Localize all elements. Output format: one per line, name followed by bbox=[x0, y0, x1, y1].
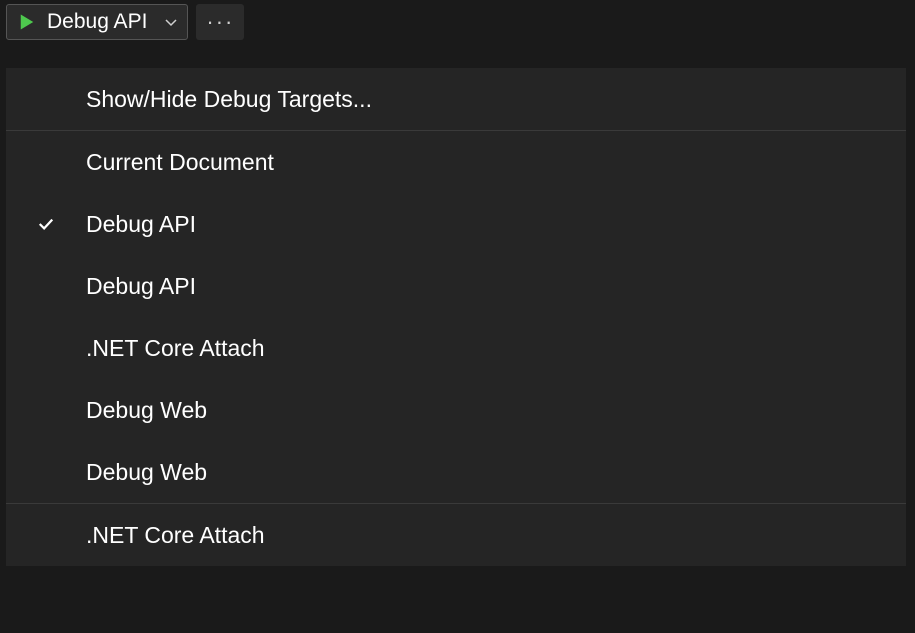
menu-item-label: .NET Core Attach bbox=[86, 522, 265, 549]
more-options-button[interactable]: ··· bbox=[196, 4, 244, 40]
menu-item-debug-target[interactable]: Debug Web bbox=[6, 441, 906, 503]
menu-item-show-hide-targets[interactable]: Show/Hide Debug Targets... bbox=[6, 68, 906, 130]
debug-targets-dropdown: Show/Hide Debug Targets... Current Docum… bbox=[6, 68, 906, 566]
menu-item-label: Debug API bbox=[86, 211, 196, 238]
chevron-down-icon[interactable] bbox=[159, 10, 183, 34]
menu-item-debug-target[interactable]: Debug API bbox=[6, 193, 906, 255]
menu-item-label: Show/Hide Debug Targets... bbox=[86, 86, 372, 113]
menu-item-net-core-attach[interactable]: .NET Core Attach bbox=[6, 504, 906, 566]
check-icon bbox=[36, 214, 56, 234]
debug-run-button[interactable]: Debug API bbox=[6, 4, 188, 40]
ellipsis-icon: ··· bbox=[206, 9, 234, 35]
menu-item-label: Debug API bbox=[86, 273, 196, 300]
menu-item-label: Debug Web bbox=[86, 397, 207, 424]
menu-item-debug-target[interactable]: .NET Core Attach bbox=[6, 317, 906, 379]
menu-item-label: .NET Core Attach bbox=[86, 335, 265, 362]
menu-item-debug-target[interactable]: Debug Web bbox=[6, 379, 906, 441]
menu-item-debug-target[interactable]: Current Document bbox=[6, 131, 906, 193]
menu-item-label: Debug Web bbox=[86, 459, 207, 486]
play-icon bbox=[15, 10, 39, 34]
check-column bbox=[6, 214, 86, 234]
toolbar: Debug API ··· bbox=[0, 0, 915, 44]
menu-item-label: Current Document bbox=[86, 149, 274, 176]
debug-target-label: Debug API bbox=[47, 10, 147, 34]
menu-item-debug-target[interactable]: Debug API bbox=[6, 255, 906, 317]
